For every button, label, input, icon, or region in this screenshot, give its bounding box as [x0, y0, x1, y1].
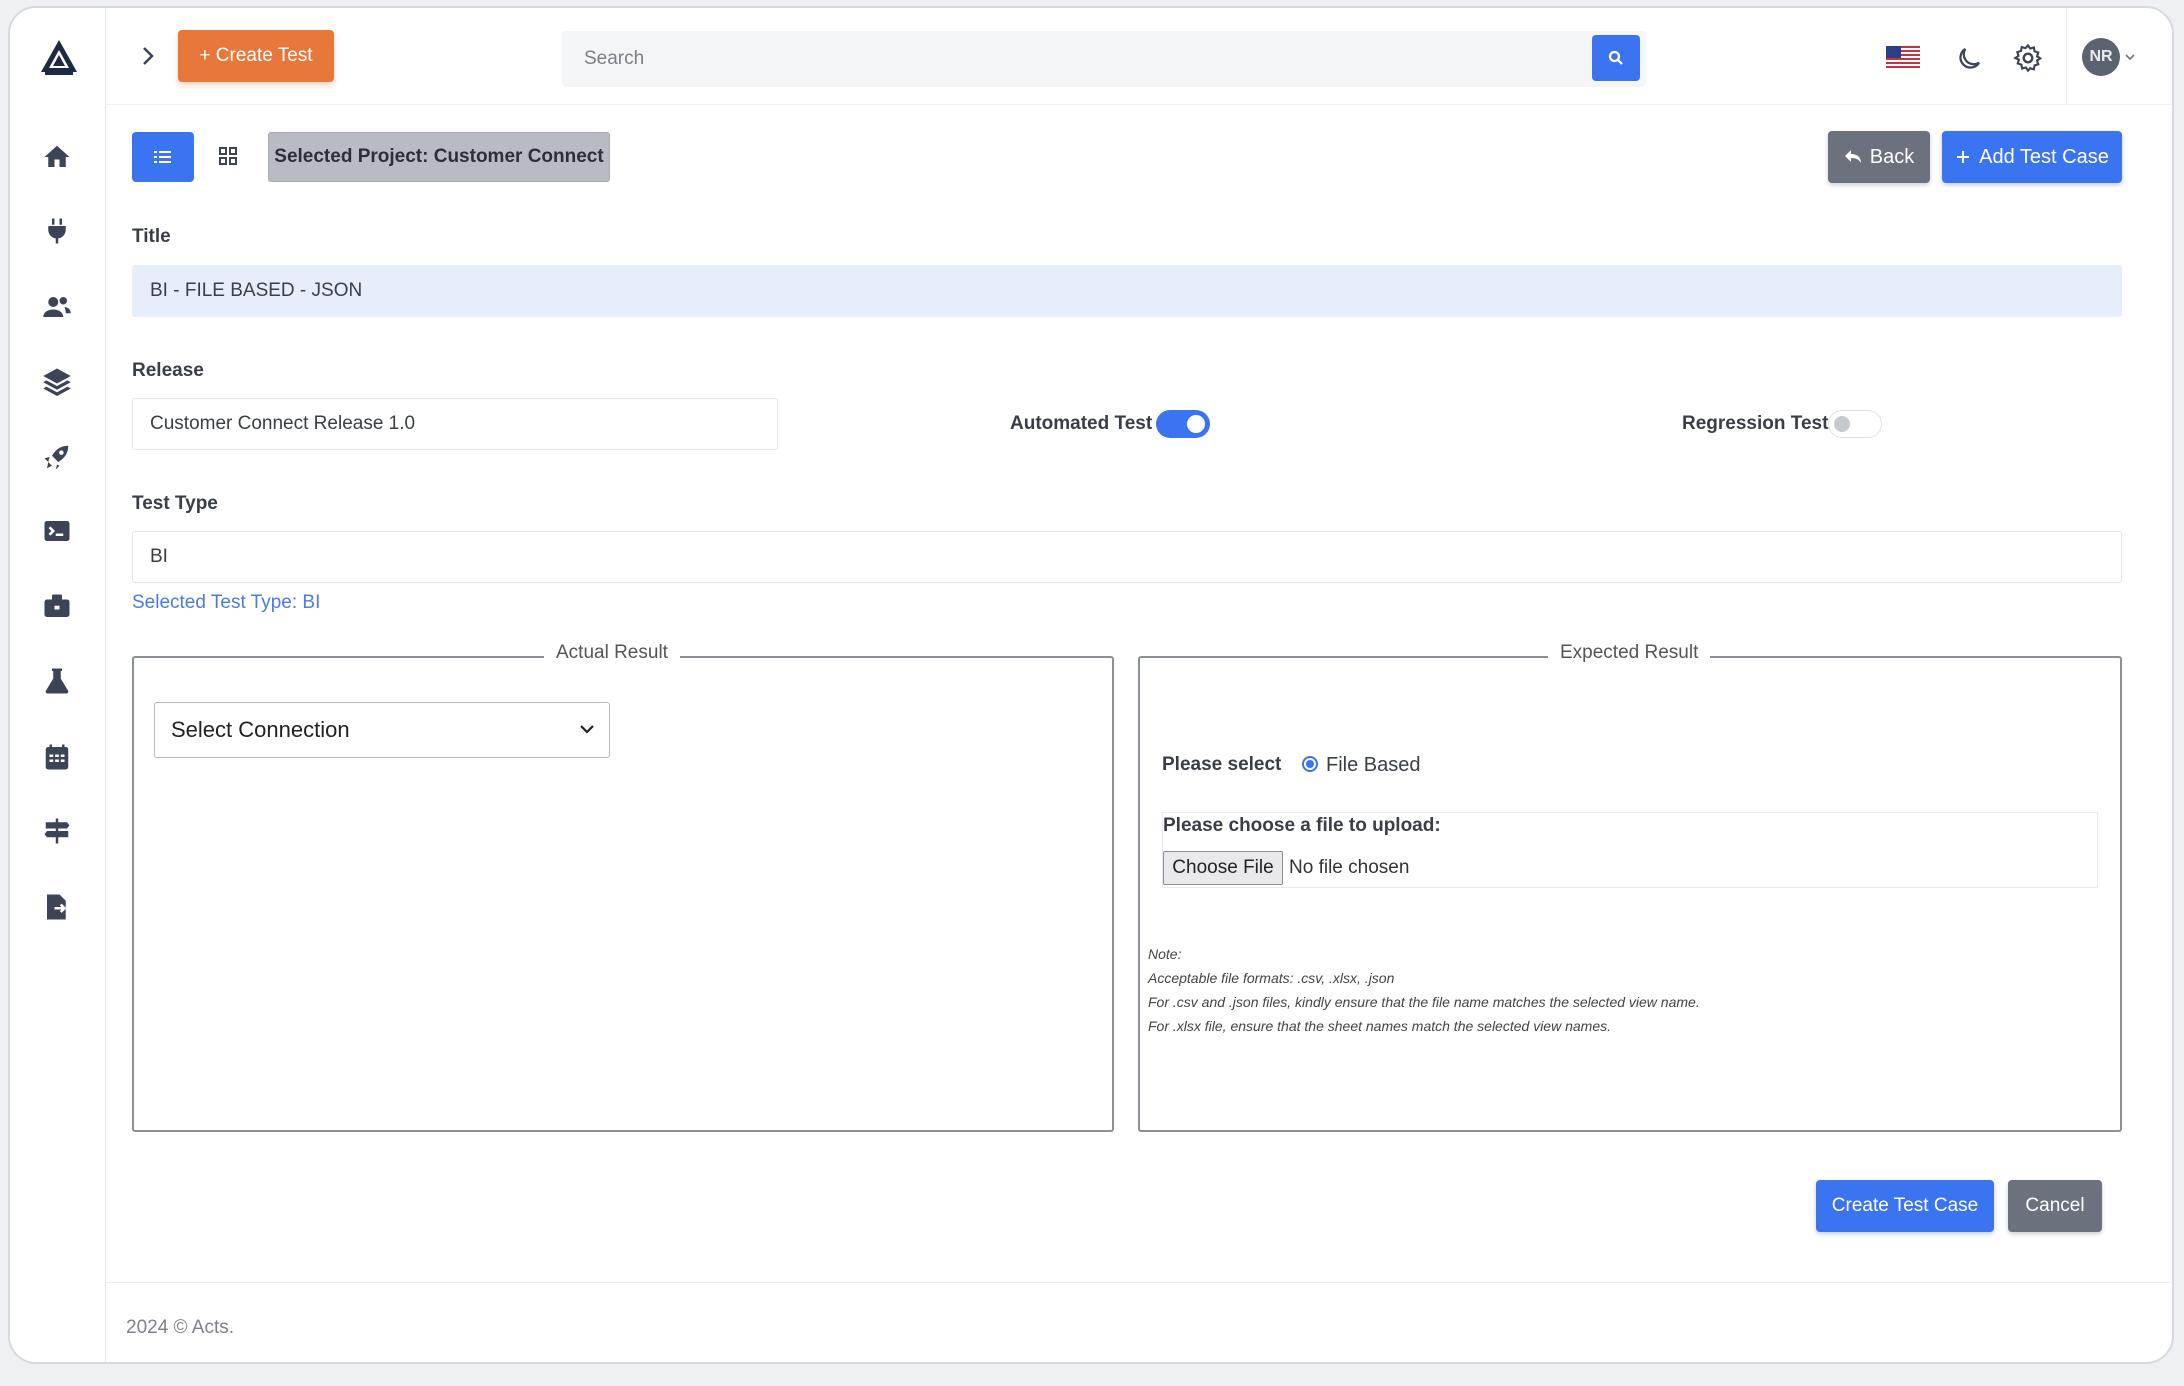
expected-result-legend: Expected Result [1548, 642, 1711, 664]
users-icon[interactable] [36, 286, 78, 328]
sidebar [10, 8, 106, 1362]
gear-icon[interactable] [2012, 42, 2044, 74]
footer: 2024 © Acts. [106, 1282, 2172, 1362]
list-icon [154, 151, 171, 163]
regression-test-toggle[interactable] [1828, 410, 1882, 438]
note-line: For .xlsx file, ensure that the sheet na… [1148, 1018, 1611, 1034]
file-upload-group: Please choose a file to upload: Choose F… [1162, 812, 2098, 888]
terminal-icon[interactable] [36, 510, 78, 552]
file-based-radio[interactable] [1302, 756, 1318, 772]
reply-arrow-icon [1844, 150, 1861, 163]
cancel-button[interactable]: Cancel [2008, 1180, 2102, 1232]
home-icon[interactable] [36, 136, 78, 178]
please-select-label: Please select [1162, 754, 1282, 775]
no-file-chosen-text: No file chosen [1289, 857, 1410, 878]
flask-icon[interactable] [36, 660, 78, 702]
selected-project-badge: Selected Project: Customer Connect [268, 132, 610, 182]
create-test-button[interactable]: + Create Test [178, 30, 334, 82]
select-connection-dropdown[interactable]: Select Connection [154, 702, 610, 758]
release-input[interactable]: Customer Connect Release 1.0 [132, 398, 778, 450]
topbar-divider [2066, 8, 2067, 104]
automated-test-label: Automated Test [1010, 413, 1153, 434]
us-flag-icon[interactable] [1886, 46, 1920, 70]
test-type-label: Test Type [132, 493, 218, 514]
plus-icon [1957, 151, 1970, 163]
expected-result-panel: Expected Result Please select File Based… [1138, 642, 2122, 1132]
plug-icon[interactable] [36, 210, 78, 252]
moon-icon[interactable] [1954, 44, 1984, 74]
layers-icon[interactable] [36, 360, 78, 402]
search-icon [1608, 50, 1623, 65]
chevron-down-icon [580, 725, 594, 734]
user-avatar[interactable]: NR [2082, 38, 2120, 76]
back-button[interactable]: Back [1828, 131, 1930, 183]
chevron-right-icon[interactable] [136, 44, 160, 68]
topbar: + Create Test Search NR [106, 8, 2172, 105]
actual-result-legend: Actual Result [544, 642, 680, 664]
footer-copyright: 2024 © Acts. [126, 1317, 235, 1338]
list-view-button[interactable] [132, 132, 194, 182]
search-bar [562, 31, 1646, 87]
release-label: Release [132, 360, 204, 381]
create-test-case-button[interactable]: Create Test Case [1816, 1180, 1994, 1232]
signpost-icon[interactable] [36, 810, 78, 852]
title-label: Title [132, 226, 171, 247]
app-window: + Create Test Search NR Selected Project… [8, 6, 2174, 1364]
grid-view-icon[interactable] [216, 144, 240, 168]
actual-result-panel: Actual Result Select Connection [132, 642, 1114, 1132]
file-export-icon[interactable] [36, 886, 78, 928]
search-input[interactable] [562, 31, 1582, 87]
search-button[interactable] [1592, 35, 1640, 81]
acts-logo[interactable] [39, 38, 79, 76]
automated-test-toggle[interactable] [1156, 410, 1210, 438]
upload-label: Please choose a file to upload: [1163, 815, 1441, 836]
test-type-input[interactable]: BI [132, 531, 2122, 583]
regression-test-label: Regression Test [1682, 413, 1829, 434]
note-title: Note: [1148, 946, 1182, 962]
title-input[interactable]: BI - FILE BASED - JSON [132, 265, 2122, 317]
note-line: Acceptable file formats: .csv, .xlsx, .j… [1148, 970, 1395, 986]
chevron-down-icon[interactable] [2124, 52, 2136, 62]
briefcase-icon[interactable] [36, 586, 78, 628]
calendar-icon[interactable] [36, 736, 78, 778]
rocket-icon[interactable] [36, 436, 78, 478]
selected-test-type-text: Selected Test Type: BI [132, 592, 321, 613]
file-based-label[interactable]: File Based [1326, 754, 1421, 777]
note-line: For .csv and .json files, kindly ensure … [1148, 994, 1700, 1010]
choose-file-button[interactable]: Choose File [1163, 851, 1283, 885]
add-test-case-button[interactable]: Add Test Case [1942, 131, 2122, 183]
